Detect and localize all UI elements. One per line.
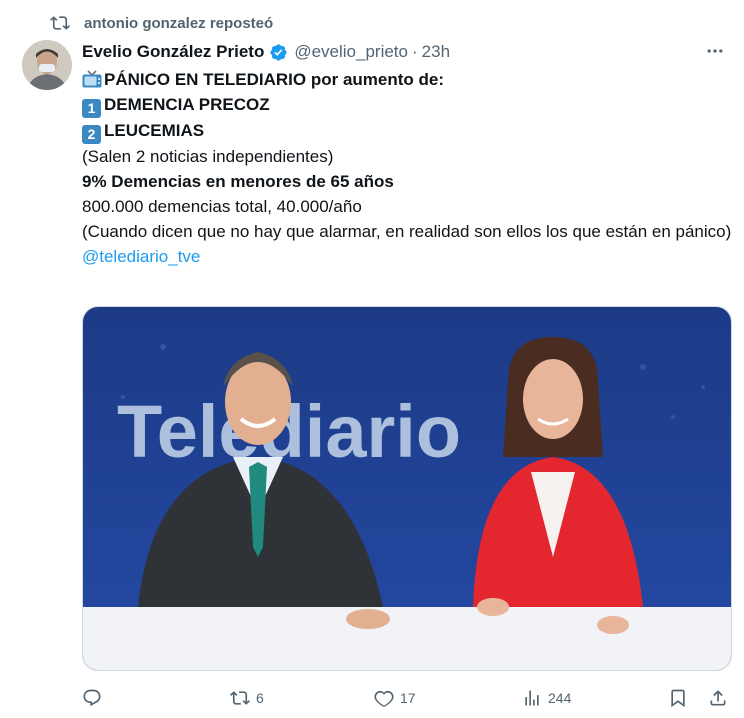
tweet-timestamp[interactable]: 23h — [422, 42, 450, 62]
television-icon — [82, 70, 102, 88]
stat-line: 9% Demencias en menores de 65 años — [82, 172, 394, 191]
retweet-count: 6 — [256, 690, 264, 706]
mention-link[interactable]: @telediario_tve — [82, 247, 200, 266]
repost-icon — [50, 16, 70, 30]
author-name[interactable]: Evelio González Prieto — [82, 42, 264, 62]
keycap-two-icon: 2 — [82, 125, 101, 144]
heart-icon — [374, 690, 394, 708]
avatar[interactable] — [22, 40, 72, 90]
list-item: 1 DEMENCIA PRECOZ — [82, 92, 732, 118]
author-handle[interactable]: @evelio_prieto — [294, 42, 408, 62]
bookmark-button[interactable] — [668, 684, 688, 712]
totals-line: 800.000 demencias total, 40.000/año — [82, 197, 362, 216]
more-options-icon — [707, 49, 723, 53]
views-icon — [525, 690, 539, 706]
retweet-icon — [230, 691, 250, 705]
headline-text: PÁNICO EN TELEDIARIO por aumento de: — [104, 70, 445, 89]
bookmark-icon — [671, 689, 685, 708]
note-line: (Salen 2 noticias independientes) — [82, 147, 334, 166]
verified-badge-icon — [270, 43, 287, 61]
meta-separator: · — [411, 42, 418, 61]
reply-button[interactable] — [82, 684, 102, 712]
repost-context[interactable]: antonio gonzalez reposteó — [50, 12, 273, 34]
share-button[interactable] — [708, 684, 728, 712]
more-options-button[interactable] — [704, 40, 726, 62]
list-item-text: LEUCEMIAS — [104, 121, 205, 140]
retweet-button[interactable]: 6 — [230, 684, 264, 712]
share-icon — [710, 690, 726, 706]
tweet-actions: 6 17 244 — [82, 684, 730, 712]
like-count: 17 — [400, 690, 416, 706]
keycap-one-icon: 1 — [82, 99, 101, 118]
like-button[interactable]: 17 — [374, 684, 416, 712]
headline-line: PÁNICO EN TELEDIARIO por aumento de: — [82, 67, 732, 92]
comment-line: (Cuando dicen que no hay que alarmar, en… — [82, 222, 732, 241]
views-count: 244 — [548, 690, 572, 706]
tweet-card[interactable]: antonio gonzalez reposteó Evelio Gonzále… — [0, 0, 744, 718]
tweet-text: PÁNICO EN TELEDIARIO por aumento de: 1 DE… — [82, 67, 732, 269]
reply-icon — [83, 689, 101, 707]
views-button[interactable]: 244 — [522, 684, 571, 712]
repost-text: antonio gonzalez reposteó — [84, 14, 274, 32]
tweet-image[interactable]: Telediario — [82, 306, 732, 671]
list-item-text: DEMENCIA PRECOZ — [104, 95, 270, 114]
list-item: 2 LEUCEMIAS — [82, 118, 732, 144]
